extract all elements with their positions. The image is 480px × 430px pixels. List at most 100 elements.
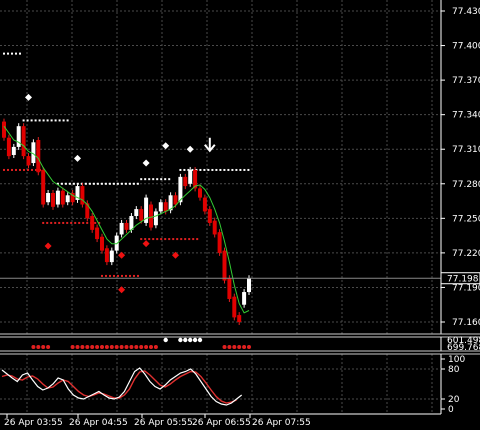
resistance-dot [30,119,33,122]
resistance-dot [116,182,119,185]
resistance-dot [211,168,214,171]
resistance-dot [219,168,222,171]
resistance-dot [15,52,17,55]
support-dot [160,238,163,241]
support-dot [105,274,107,277]
resistance-dot [136,182,139,185]
indicator-a-red-dot [80,345,85,349]
resistance-dot [160,178,163,181]
support-dot [46,221,49,224]
candle-bearish [41,169,46,205]
candle-bullish [134,209,139,217]
price-tick-label: 77.220 [452,249,480,259]
candle-bearish [183,176,188,187]
resistance-dot [128,182,131,185]
resistance-dot [60,182,63,185]
indicator-a-red-dot [129,345,134,349]
price-tick-label: 77.160 [452,318,480,328]
candle-bearish [60,190,65,205]
indicator-a-red-dot [104,345,109,349]
candle-bearish [95,227,100,240]
indicator-a-red-dot [90,345,95,349]
support-dot [152,238,155,241]
support-dot [196,238,199,241]
candle-bullish [55,190,60,205]
resistance-dot [92,182,95,185]
candle-bearish [217,232,222,253]
candle-bearish [21,126,26,157]
price-tick-label: 77.190 [452,283,480,293]
candle-bearish [149,204,153,228]
resistance-dot [223,168,226,171]
candle-bearish [104,248,109,263]
indicator-a-white-dot [183,337,188,343]
indicator-a-white-dot [192,337,198,343]
resistance-dot [148,178,151,181]
resistance-dot [140,178,143,181]
support-dot [125,274,127,277]
indicator-a-red-dot [41,345,46,349]
support-dot [148,238,151,241]
indicator-a-red-dot [242,345,247,349]
support-dot [7,168,9,171]
candle-bearish [26,156,31,166]
candle-bullish [188,169,193,184]
resistance-dot [247,168,250,171]
oscillator-level-label: 20 [448,395,460,405]
candle-bearish [6,137,11,157]
resistance-dot [235,168,238,171]
indicator-a-red-dot [153,345,158,349]
candle-bearish [85,203,90,219]
candle-bearish [2,121,6,138]
indicator-a-red-dot [70,345,75,349]
trading-chart[interactable]: 77.430 77.400 77.370 77.340 77.310 77.280 77.2… [0,0,480,430]
support-dot [50,221,53,224]
resistance-dot [72,182,75,185]
candle-bearish [173,195,178,205]
resistance-dot [54,119,57,122]
support-dot [129,274,131,277]
resistance-dot [108,182,111,185]
indicator-a-red-dot [124,345,129,349]
support-dot [78,221,81,224]
indicator-a-red-dot [85,345,90,349]
time-tick-label: 26 Apr 06:55 [192,418,251,428]
support-dot [121,274,123,277]
support-dot [140,238,143,241]
resistance-dot [68,182,71,185]
current-price-label: 77.198 [447,275,479,285]
support-dot [42,221,45,224]
resistance-dot [179,168,182,171]
support-dot [23,168,25,171]
indicator-a-red-dot [100,345,104,349]
support-dot [176,238,179,241]
support-dot [15,168,17,171]
indicator-a-white-dot [163,337,168,343]
resistance-dot [168,178,171,181]
resistance-dot [3,52,5,55]
indicator-a-red-dot [227,345,232,349]
resistance-dot [100,182,103,185]
resistance-dot [50,119,53,122]
candle-bearish [90,216,95,230]
indicator-a-white-dot [178,337,183,343]
support-dot [11,168,13,171]
candle-bearish [198,188,202,198]
candle-bearish [222,250,227,281]
candle-bullish [158,202,163,212]
resistance-dot [215,168,218,171]
resistance-dot [156,178,159,181]
indicator-a-red-dot [95,345,100,349]
resistance-dot [112,182,115,185]
support-dot [58,221,61,224]
candle-bullish [119,222,124,235]
candle-bearish [51,192,55,207]
support-dot [54,221,57,224]
candle-bearish [139,209,144,221]
oscillator-level-label: 0 [448,405,454,415]
resistance-dot [58,119,61,122]
indicator-a-red-dot [237,345,242,349]
support-dot [94,221,97,224]
resistance-dot [120,182,123,185]
indicator-a-red-dot [114,345,119,349]
